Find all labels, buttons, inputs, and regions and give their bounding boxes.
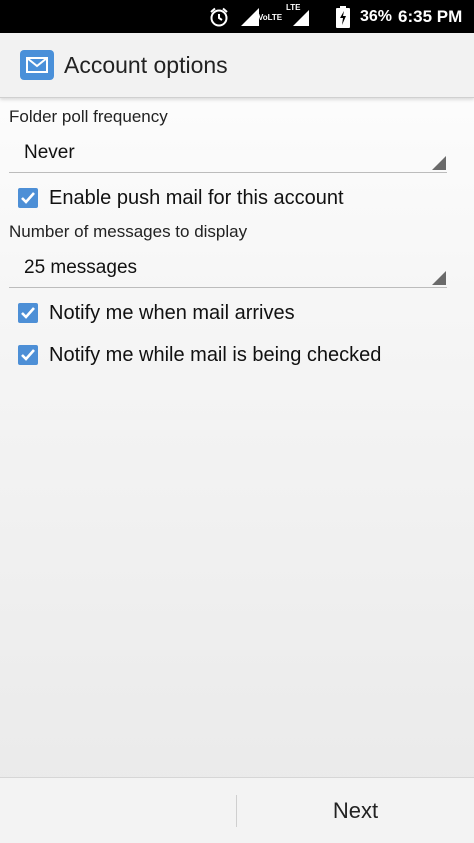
clock: 6:35 PM (398, 6, 463, 26)
messages-count-label: Number of messages to display (9, 222, 248, 241)
signal-icon (240, 0, 260, 33)
push-mail-label: Enable push mail for this account (49, 186, 344, 209)
poll-frequency-label: Folder poll frequency (9, 107, 168, 126)
checkbox-checked-icon[interactable] (18, 188, 38, 208)
push-mail-checkbox-row[interactable]: Enable push mail for this account (18, 180, 344, 216)
page-title: Account options (64, 51, 228, 78)
action-bar: Account options (0, 33, 474, 98)
notify-arrive-label: Notify me when mail arrives (49, 301, 295, 324)
messages-count-value: 25 messages (24, 257, 138, 278)
battery-charging-icon (336, 0, 350, 33)
poll-frequency-spinner[interactable]: Never (9, 134, 447, 173)
battery-percent: 36% (360, 7, 393, 25)
empty-left-button-area (0, 778, 236, 843)
poll-frequency-value: Never (24, 142, 75, 163)
bottom-button-bar: Next (0, 777, 474, 843)
next-button[interactable]: Next (237, 778, 474, 843)
checkbox-checked-icon[interactable] (18, 345, 38, 365)
status-bar: VoLTE LTE 36% 6:35 PM (0, 0, 474, 33)
checkbox-checked-icon[interactable] (18, 303, 38, 323)
notify-arrive-checkbox-row[interactable]: Notify me when mail arrives (18, 295, 295, 331)
notify-checking-checkbox-row[interactable]: Notify me while mail is being checked (18, 337, 381, 373)
volte-label: VoLTE (258, 13, 283, 22)
dropdown-arrow-icon (432, 156, 446, 170)
dropdown-arrow-icon (432, 271, 446, 285)
messages-count-spinner[interactable]: 25 messages (9, 249, 447, 288)
alarm-icon (208, 0, 230, 33)
notify-checking-label: Notify me while mail is being checked (49, 343, 382, 366)
signal-icon (292, 0, 310, 33)
mail-icon (20, 50, 54, 80)
